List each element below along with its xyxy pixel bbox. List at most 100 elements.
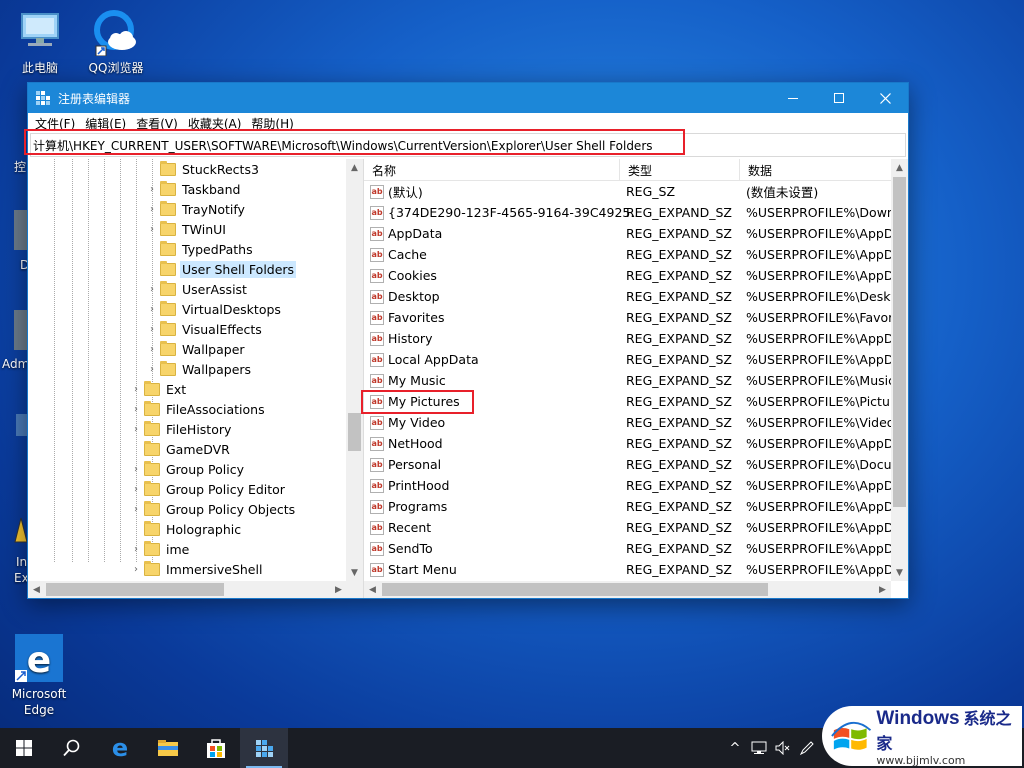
tree-horizontal-scrollbar[interactable]: ◀ ▶ <box>28 581 363 598</box>
scroll-down-icon[interactable]: ▼ <box>346 564 363 581</box>
scroll-right-icon[interactable]: ▶ <box>330 581 347 598</box>
tree-node[interactable]: › UserAssist <box>146 279 249 299</box>
tree-node[interactable]: TypedPaths <box>146 239 255 259</box>
expand-chevron-icon[interactable]: › <box>130 564 142 575</box>
tree-node[interactable]: › TWinUI <box>146 219 228 239</box>
scroll-right-icon[interactable]: ▶ <box>874 581 891 598</box>
value-name: My Music <box>388 373 446 388</box>
desktop-partial-icon[interactable] <box>14 310 28 350</box>
expand-chevron-icon[interactable]: › <box>130 464 142 475</box>
expand-chevron-icon[interactable]: › <box>130 484 142 495</box>
desktop-icon-qq-browser[interactable]: QQ浏览器 <box>80 8 152 76</box>
desktop-icon-edge[interactable]: e Microsoft Edge <box>3 602 75 718</box>
scroll-left-icon[interactable]: ◀ <box>364 581 381 598</box>
network-icon[interactable] <box>747 728 771 768</box>
expand-chevron-icon[interactable]: › <box>146 224 158 235</box>
tree-node[interactable]: GameDVR <box>130 439 232 459</box>
desktop-icon-this-pc[interactable]: 此电脑 <box>4 8 76 76</box>
column-header-type[interactable]: 类型 <box>620 159 740 181</box>
list-horizontal-scrollbar[interactable]: ◀ ▶ <box>364 581 891 598</box>
pen-icon[interactable] <box>795 728 819 768</box>
minimize-button[interactable] <box>770 83 816 113</box>
tree-node[interactable]: › VirtualDesktops <box>146 299 283 319</box>
tree-node[interactable]: Holographic <box>130 519 243 539</box>
close-button[interactable] <box>862 83 908 113</box>
taskbar-regedit[interactable] <box>240 728 288 768</box>
value-row[interactable]: ab My Video REG_EXPAND_SZ %USERPROFILE%\Vid… <box>364 412 891 433</box>
expand-chevron-icon[interactable]: › <box>146 304 158 315</box>
expand-chevron-icon[interactable]: › <box>146 184 158 195</box>
expand-chevron-icon[interactable]: › <box>146 344 158 355</box>
value-row[interactable]: ab Cache REG_EXPAND_SZ %USERPROFILE%\AppDa <box>364 244 891 265</box>
value-row[interactable]: ab {374DE290-123F-4565-9164-39C4925... REG… <box>364 202 891 223</box>
value-row[interactable]: ab My Music REG_EXPAND_SZ %USERPROFILE%\Mus… <box>364 370 891 391</box>
value-row[interactable]: ab Start Menu REG_EXPAND_SZ %USERPROFILE%\A… <box>364 559 891 580</box>
tree-scroll-thumb[interactable] <box>348 413 361 451</box>
value-row[interactable]: ab NetHood REG_EXPAND_SZ %USERPROFILE%\AppD… <box>364 433 891 454</box>
column-header-name[interactable]: 名称 <box>364 159 620 181</box>
value-row[interactable]: ab AppData REG_EXPAND_SZ %USERPROFILE%\AppD… <box>364 223 891 244</box>
expand-chevron-icon[interactable]: › <box>130 504 142 515</box>
expand-chevron-icon[interactable]: › <box>130 404 142 415</box>
tree-node[interactable]: › TrayNotify <box>146 199 247 219</box>
tree-node[interactable]: › Group Policy <box>130 459 246 479</box>
expand-chevron-icon[interactable]: › <box>146 324 158 335</box>
value-row[interactable]: ab Favorites REG_EXPAND_SZ %USERPROFILE%\Fa… <box>364 307 891 328</box>
taskbar-edge[interactable]: e <box>96 728 144 768</box>
tree-node[interactable]: › ime <box>130 539 191 559</box>
value-list-pane[interactable]: 名称 类型 数据 ab (默认) REG_SZ (数值未设置) ab {374DE290-… <box>364 159 908 598</box>
scroll-left-icon[interactable]: ◀ <box>28 581 45 598</box>
expand-chevron-icon[interactable]: › <box>130 424 142 435</box>
tree-node[interactable]: › Wallpapers <box>146 359 253 379</box>
desktop-partial-icon[interactable] <box>14 516 28 546</box>
value-type: REG_EXPAND_SZ <box>626 520 732 535</box>
tree-node[interactable]: › Taskband <box>146 179 242 199</box>
expand-chevron-icon[interactable]: › <box>130 384 142 395</box>
tree-node[interactable]: › Group Policy Editor <box>130 479 287 499</box>
tray-overflow-chevron-icon[interactable]: ^ <box>723 728 747 768</box>
tree-node[interactable]: › VisualEffects <box>146 319 264 339</box>
string-value-icon: ab <box>370 331 384 346</box>
value-row[interactable]: ab History REG_EXPAND_SZ %USERPROFILE%\AppD… <box>364 328 891 349</box>
start-button[interactable] <box>0 728 48 768</box>
tree-node[interactable]: › Group Policy Objects <box>130 499 297 519</box>
list-scroll-thumb[interactable] <box>893 177 906 507</box>
list-hscroll-thumb[interactable] <box>382 583 768 596</box>
value-row[interactable]: ab Programs REG_EXPAND_SZ %USERPROFILE%\App… <box>364 496 891 517</box>
tree-node[interactable]: › Wallpaper <box>146 339 247 359</box>
maximize-button[interactable] <box>816 83 862 113</box>
list-vertical-scrollbar[interactable]: ▲ ▼ <box>891 159 908 581</box>
tree-node[interactable]: › ImmersiveShell <box>130 559 264 579</box>
taskbar-store[interactable] <box>192 728 240 768</box>
scroll-up-icon[interactable]: ▲ <box>346 159 363 176</box>
title-bar[interactable]: 注册表编辑器 <box>28 83 908 113</box>
value-row[interactable]: ab PrintHood REG_EXPAND_SZ %USERPROFILE%\Ap… <box>364 475 891 496</box>
expand-chevron-icon[interactable]: › <box>130 544 142 555</box>
tree-node[interactable]: StuckRects3 <box>146 159 261 179</box>
tree-node[interactable]: User Shell Folders <box>146 259 297 279</box>
column-header-data[interactable]: 数据 <box>740 159 890 181</box>
value-row[interactable]: ab Desktop REG_EXPAND_SZ %USERPROFILE%\Desk… <box>364 286 891 307</box>
value-row[interactable]: ab Recent REG_EXPAND_SZ %USERPROFILE%\AppDa <box>364 517 891 538</box>
value-row[interactable]: ab (默认) REG_SZ (数值未设置) <box>364 181 891 202</box>
value-row[interactable]: ab Local AppData REG_EXPAND_SZ %USERPROFILE… <box>364 349 891 370</box>
value-row[interactable]: ab SendTo REG_EXPAND_SZ %USERPROFILE%\AppDa <box>364 538 891 559</box>
tree-node[interactable]: › FileAssociations <box>130 399 267 419</box>
value-row[interactable]: ab Cookies REG_EXPAND_SZ %USERPROFILE%\AppD… <box>364 265 891 286</box>
tree-vertical-scrollbar[interactable]: ▲ ▼ <box>346 159 363 581</box>
expand-chevron-icon[interactable]: › <box>146 364 158 375</box>
tree-node[interactable]: › FileHistory <box>130 419 233 439</box>
taskbar-file-explorer[interactable] <box>144 728 192 768</box>
expand-chevron-icon[interactable]: › <box>146 204 158 215</box>
tree-hscroll-thumb[interactable] <box>46 583 224 596</box>
expand-chevron-icon[interactable]: › <box>146 284 158 295</box>
scroll-down-icon[interactable]: ▼ <box>891 564 908 581</box>
key-tree-pane[interactable]: StuckRects3 › Taskband › TrayNotify › TWinUI Ty… <box>28 159 364 598</box>
volume-muted-icon[interactable] <box>771 728 795 768</box>
tree-node[interactable]: › Ext <box>130 379 188 399</box>
search-button[interactable] <box>48 728 96 768</box>
value-row[interactable]: ab Personal REG_EXPAND_SZ %USERPROFILE%\Doc… <box>364 454 891 475</box>
scroll-up-icon[interactable]: ▲ <box>891 159 908 176</box>
desktop-partial-icon[interactable] <box>14 210 28 250</box>
string-value-icon: ab <box>370 289 384 304</box>
